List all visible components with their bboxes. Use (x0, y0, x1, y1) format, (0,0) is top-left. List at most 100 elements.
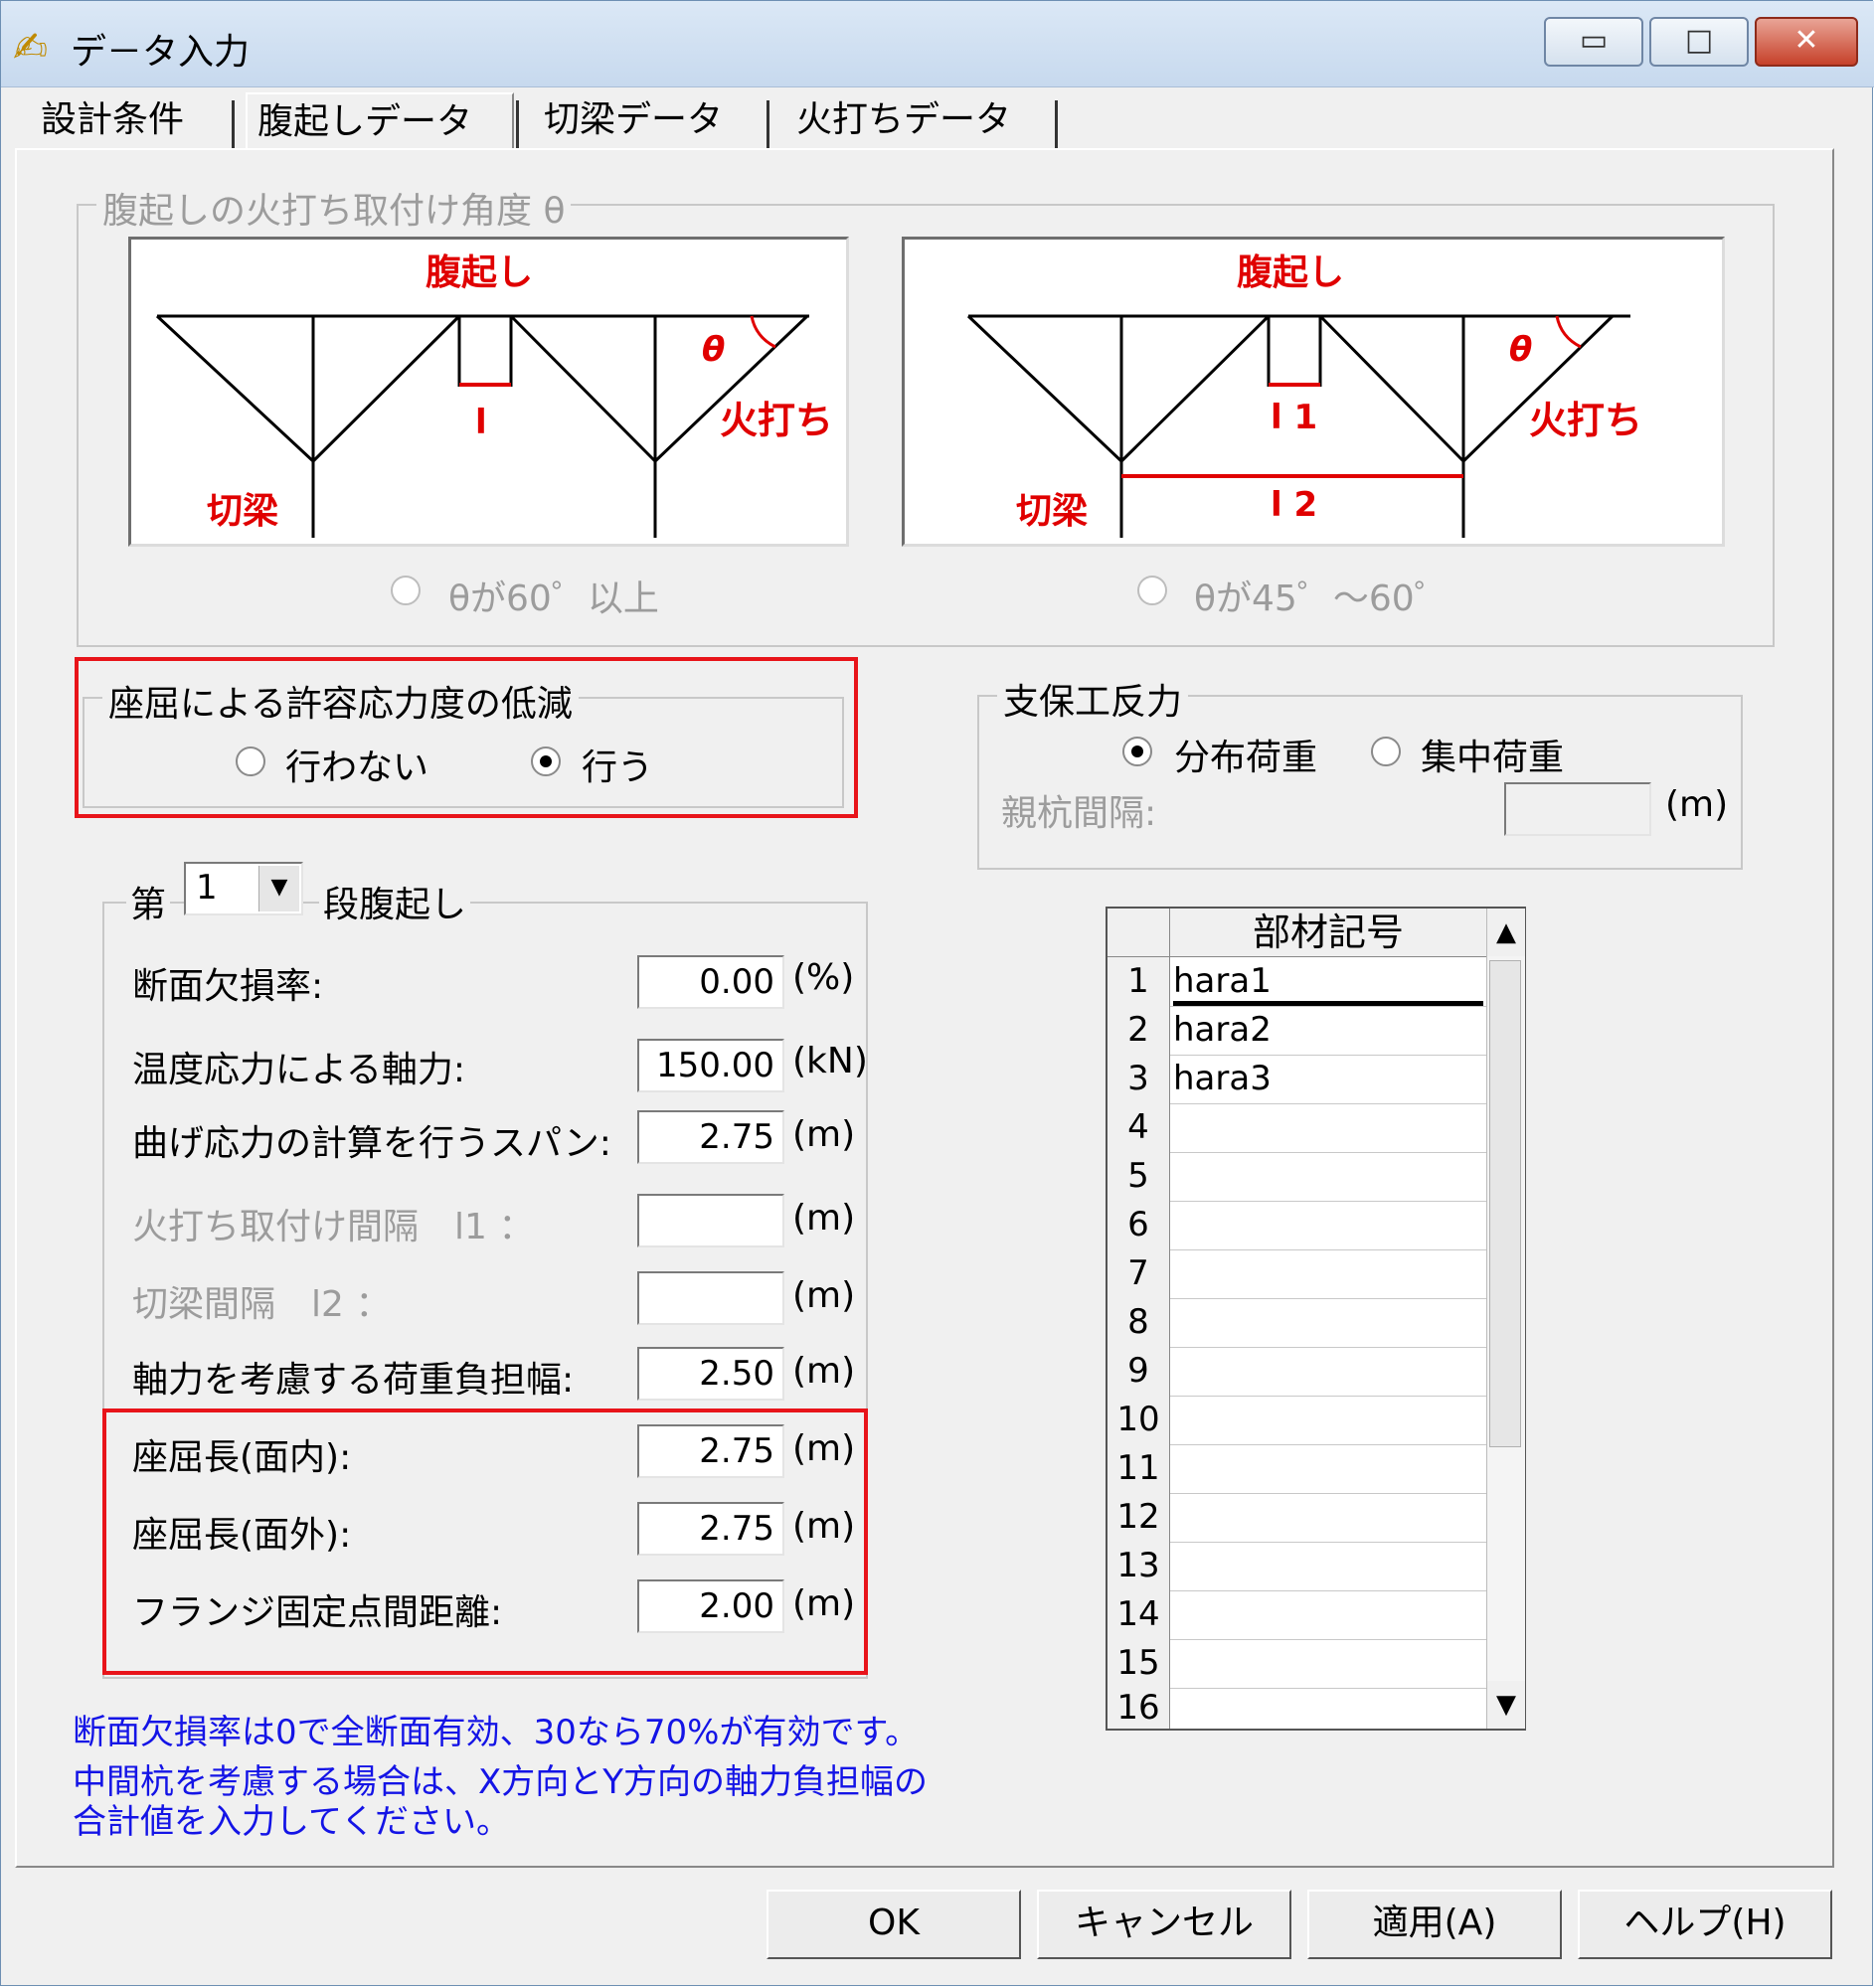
table-row[interactable]: 12 (1108, 1493, 1486, 1543)
member-cell[interactable]: hara1 (1173, 957, 1483, 1006)
label-span-l: l (475, 403, 487, 442)
row-number: 14 (1108, 1590, 1170, 1639)
table-row[interactable]: 5 (1108, 1152, 1486, 1202)
truss-diagram-1: 腹起し θ l 火打ち 切梁 (155, 252, 833, 538)
load-width-input[interactable]: 2.50 (637, 1347, 784, 1401)
maximize-icon: □ (1684, 23, 1714, 58)
member-cell[interactable]: hara3 (1173, 1055, 1483, 1103)
member-cell[interactable] (1173, 1103, 1483, 1152)
note-line-3: 合計値を入力してください。 (73, 1802, 510, 1842)
tab-separator (767, 100, 769, 148)
tab-design-conditions[interactable]: 設計条件 (31, 92, 230, 148)
table-row[interactable]: 4 (1108, 1103, 1486, 1153)
hiuchi-spacing-input[interactable] (637, 1194, 784, 1247)
table-row[interactable]: 7 (1108, 1249, 1486, 1299)
table-row[interactable]: 10 (1108, 1396, 1486, 1445)
row-number: 7 (1108, 1249, 1170, 1298)
pile-spacing-unit: (m) (1665, 784, 1729, 825)
stage-select[interactable]: 1 ▼ (184, 862, 303, 915)
row-number: 3 (1108, 1055, 1170, 1103)
pile-spacing-label: 親杭間隔: (1001, 793, 1157, 834)
member-cell[interactable] (1173, 1688, 1483, 1729)
distributed-load-label: 分布荷重 (1174, 738, 1318, 778)
apply-button[interactable]: 適用(A) (1307, 1890, 1562, 1959)
scroll-up-arrow-icon[interactable]: ▲ (1487, 909, 1525, 956)
member-cell[interactable] (1173, 1152, 1483, 1201)
title-bar: ✍ デ－タ入力 ▭ □ ✕ (1, 1, 1874, 87)
help-button[interactable]: ヘルプ(H) (1578, 1890, 1832, 1959)
scroll-thumb[interactable] (1489, 960, 1521, 1447)
kiribari-spacing-input[interactable] (637, 1271, 784, 1325)
member-cell[interactable] (1173, 1396, 1483, 1444)
concentrated-load-label: 集中荷重 (1421, 738, 1565, 778)
label-hiuchi: 火打ち (1529, 399, 1642, 442)
table-row[interactable]: 6 (1108, 1201, 1486, 1250)
member-cell[interactable] (1173, 1201, 1483, 1249)
tab-haraokoshi-data[interactable]: 腹起しデータ (246, 92, 514, 148)
thermal-axial-label: 温度応力による軸力: (132, 1050, 466, 1090)
table-row[interactable]: 2 hara2 (1108, 1006, 1486, 1056)
table-row[interactable]: 13 (1108, 1542, 1486, 1591)
label-kiribari: 切梁 (1016, 491, 1088, 532)
tab-separator (1055, 100, 1058, 148)
table-row[interactable]: 8 (1108, 1298, 1486, 1348)
minimize-button[interactable]: ▭ (1544, 17, 1643, 67)
table-row[interactable]: 16 (1108, 1688, 1486, 1729)
bending-span-unit: (m) (792, 1114, 856, 1155)
tab-hiuchi-data[interactable]: 火打ちデータ (786, 92, 1055, 148)
member-cell[interactable] (1173, 1249, 1483, 1298)
label-hiuchi: 火打ち (720, 399, 833, 442)
member-symbol-grid[interactable]: 部材記号 1 hara1 2 hara2 3 hara3 4 5 6 7 8 9 10… (1106, 907, 1526, 1731)
angle-over-60-label: θが60゜以上 (448, 579, 659, 619)
table-row[interactable]: 1 hara1 (1108, 957, 1486, 1007)
member-cell[interactable] (1173, 1347, 1483, 1396)
label-haraokoshi: 腹起し (1237, 252, 1344, 293)
ok-button[interactable]: OK (767, 1890, 1021, 1959)
grid-header-corner (1108, 909, 1170, 956)
thermal-axial-unit: (kN) (792, 1041, 868, 1081)
label-theta: θ (1509, 330, 1532, 370)
section-loss-input[interactable]: 0.00 (637, 955, 784, 1009)
angle-over-60-radio[interactable] (391, 576, 421, 605)
table-row[interactable]: 11 (1108, 1444, 1486, 1494)
stage-suffix: 段腹起し (319, 876, 471, 927)
scroll-down-arrow-icon[interactable]: ▼ (1487, 1681, 1525, 1729)
member-cell[interactable] (1173, 1542, 1483, 1590)
distributed-load-radio[interactable] (1122, 737, 1152, 766)
highlight-box-buckling (75, 657, 858, 818)
angle-45-60-radio[interactable] (1137, 576, 1167, 605)
member-cell[interactable] (1173, 1493, 1483, 1542)
stage-select-value: 1 (196, 868, 218, 908)
grid-column-header[interactable]: 部材記号 (1170, 909, 1486, 956)
close-button[interactable]: ✕ (1755, 17, 1858, 67)
label-span-l2: l 2 (1271, 485, 1317, 525)
row-number: 9 (1108, 1347, 1170, 1396)
concentrated-load-radio[interactable] (1371, 737, 1401, 766)
table-row[interactable]: 9 (1108, 1347, 1486, 1397)
angle-45-60-label: θが45゜～60゜ (1194, 579, 1450, 619)
angle-group-title: 腹起しの火打ち取付け角度 θ (96, 182, 572, 234)
pile-spacing-input[interactable] (1504, 782, 1651, 836)
table-row[interactable]: 14 (1108, 1590, 1486, 1640)
member-cell[interactable] (1173, 1590, 1483, 1639)
bending-span-input[interactable]: 2.75 (637, 1110, 784, 1164)
member-cell[interactable] (1173, 1298, 1483, 1347)
member-cell[interactable] (1173, 1639, 1483, 1688)
note-line-1: 断面欠損率は0で全断面有効、30なら70%が有効です。 (73, 1713, 920, 1752)
row-number: 10 (1108, 1396, 1170, 1444)
cancel-button[interactable]: キャンセル (1037, 1890, 1291, 1959)
tab-separator (516, 100, 519, 148)
row-number: 11 (1108, 1444, 1170, 1493)
maximize-button[interactable]: □ (1649, 17, 1749, 67)
grid-scrollbar[interactable]: ▲ ▼ (1486, 909, 1525, 1729)
table-row[interactable]: 15 (1108, 1639, 1486, 1689)
member-cell[interactable] (1173, 1444, 1483, 1493)
chevron-down-icon[interactable]: ▼ (258, 866, 299, 911)
bending-span-label: 曲げ応力の計算を行うスパン: (132, 1123, 611, 1164)
member-cell[interactable]: hara2 (1173, 1006, 1483, 1055)
close-icon: ✕ (1793, 23, 1819, 58)
stage-prefix: 第 (126, 876, 171, 927)
table-row[interactable]: 3 hara3 (1108, 1055, 1486, 1104)
thermal-axial-input[interactable]: 150.00 (637, 1039, 784, 1092)
tab-kiribari-data[interactable]: 切梁データ (534, 92, 763, 148)
